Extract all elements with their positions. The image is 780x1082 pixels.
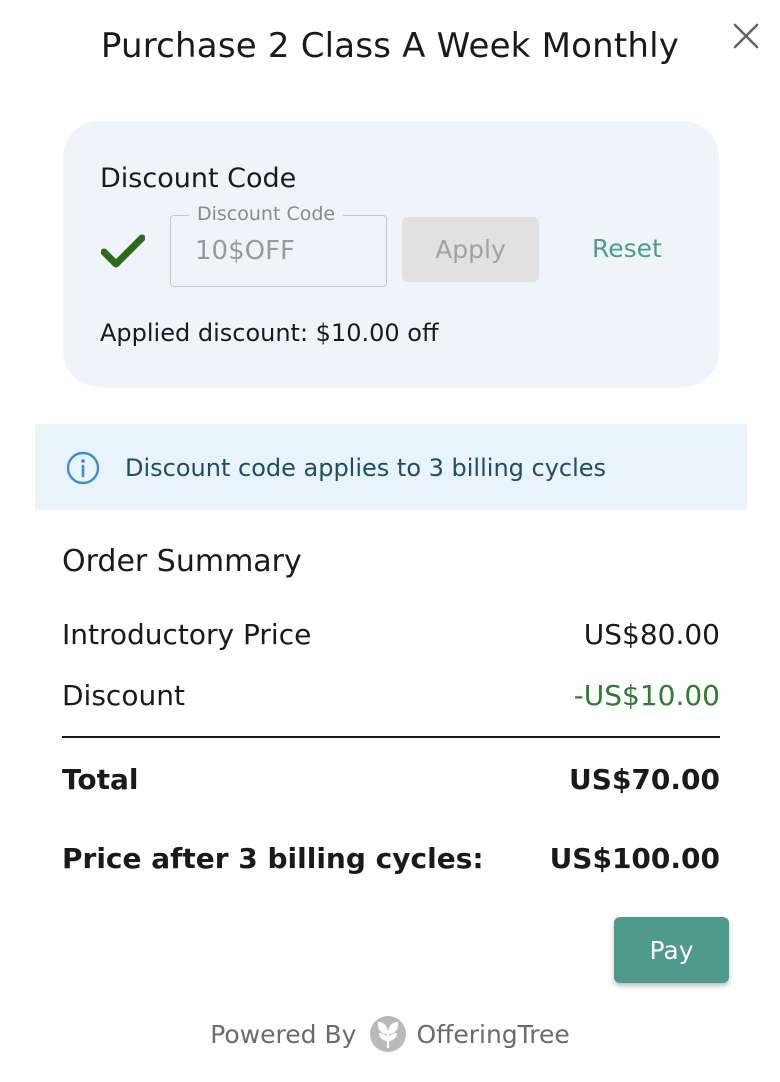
summary-value: -US$10.00 [573,679,720,712]
checkmark-icon [100,233,146,269]
discount-code-field[interactable]: Discount Code 10$OFF [170,203,387,287]
discount-code-field-label: Discount Code [189,203,344,225]
order-summary-title: Order Summary [62,544,302,579]
notice-text: Discount code applies to 3 billing cycle… [125,454,607,482]
offeringtree-logo-icon [368,1014,408,1054]
summary-label: Introductory Price [62,618,312,651]
summary-divider [62,736,720,738]
info-icon [65,450,101,486]
summary-value: US$80.00 [583,618,720,651]
summary-row-price-after-cycles: Price after 3 billing cycles: US$100.00 [62,842,720,875]
discount-heading: Discount Code [100,163,297,194]
summary-label: Discount [62,679,185,712]
summary-row-discount: Discount -US$10.00 [62,679,720,712]
apply-button[interactable]: Apply [402,217,539,282]
summary-value: US$100.00 [549,842,720,875]
discount-code-value[interactable]: 10$OFF [195,236,295,266]
discount-card: Discount Code Discount Code 10$OFF Apply… [63,121,719,387]
summary-label: Total [62,763,139,796]
footer: Powered By OfferingTree [0,1014,780,1054]
summary-row-introductory-price: Introductory Price US$80.00 [62,618,720,651]
brand-name: OfferingTree [416,1019,570,1049]
pay-button[interactable]: Pay [614,917,729,983]
billing-cycles-notice: Discount code applies to 3 billing cycle… [35,424,747,510]
applied-discount-text: Applied discount: $10.00 off [100,319,439,347]
dialog-title: Purchase 2 Class A Week Monthly [100,26,680,66]
reset-link[interactable]: Reset [592,234,662,263]
summary-row-total: Total US$70.00 [62,763,720,796]
summary-value: US$70.00 [569,763,720,796]
summary-label: Price after 3 billing cycles: [62,842,484,875]
powered-by-text: Powered By [210,1019,357,1049]
close-icon[interactable] [730,20,762,52]
